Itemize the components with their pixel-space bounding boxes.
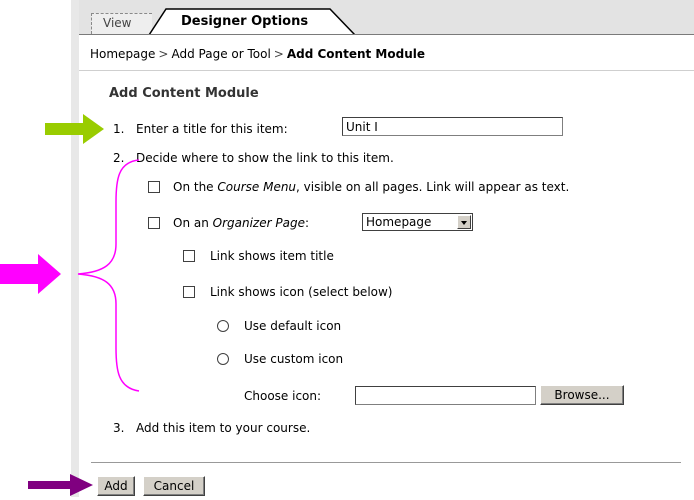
green-arrow-icon [45,114,104,144]
step2-label: Decide where to show the link to this it… [136,151,394,165]
course-menu-prefix: On the [173,180,218,194]
breadcrumb-divider [79,70,694,71]
link-title-label: Link shows item title [210,249,334,263]
tab-view-label: View [103,16,132,30]
title-input[interactable] [342,117,563,136]
brace-annotation [0,159,140,392]
organizer-page-option: On an Organizer Page: [173,216,309,230]
breadcrumb-add-page[interactable]: Add Page or Tool [171,47,270,61]
step1-number: 1. [113,122,125,136]
breadcrumb: Homepage > Add Page or Tool > Add Content Mo… [90,47,425,61]
default-icon-label: Use default icon [244,319,342,333]
tab-designer-options-label: Designer Options [181,14,309,29]
browse-button[interactable]: Browse... [540,385,624,405]
course-menu-emph: Course Menu [217,180,297,194]
link-title-checkbox[interactable] [183,250,195,262]
organizer-page-selected: Homepage [366,215,432,229]
step3-label: Add this item to your course. [136,421,311,435]
icon-file-input[interactable] [355,386,536,405]
custom-icon-radio[interactable] [217,353,229,365]
cancel-button[interactable]: Cancel [143,476,205,496]
breadcrumb-separator: > [273,47,284,61]
footer-divider [91,462,681,463]
breadcrumb-homepage[interactable]: Homepage [90,47,155,61]
course-menu-option: On the Course Menu, visible on all pages… [173,180,569,194]
course-menu-suffix: , visible on all pages. Link will appear… [296,180,570,194]
tab-divider [79,34,694,35]
page-title: Add Content Module [109,86,259,101]
course-menu-checkbox[interactable] [148,181,160,193]
organizer-page-select[interactable]: Homepage [362,213,473,231]
default-icon-radio[interactable] [217,320,229,332]
link-icon-label: Link shows icon (select below) [210,285,393,299]
custom-icon-label: Use custom icon [244,352,344,366]
organizer-suffix: : [304,216,309,230]
chevron-down-icon[interactable] [457,215,471,229]
step1-label: Enter a title for this item: [136,122,288,136]
breadcrumb-current: Add Content Module [286,47,425,61]
choose-icon-label: Choose icon: [244,389,322,403]
link-icon-checkbox[interactable] [183,286,195,298]
add-button[interactable]: Add [97,476,135,496]
organizer-page-checkbox[interactable] [148,217,160,229]
step3-number: 3. [113,421,125,435]
organizer-prefix: On an [173,216,213,230]
breadcrumb-separator: > [158,47,169,61]
purple-arrow-icon [28,474,93,496]
organizer-emph: Organizer Page [212,216,305,230]
